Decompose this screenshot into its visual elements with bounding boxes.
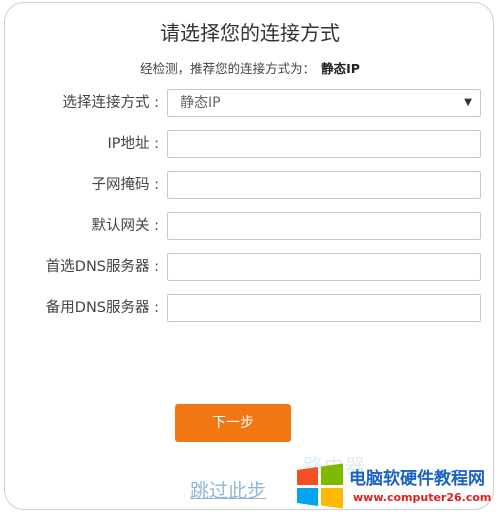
ip-address-row: IP地址 : [5,130,495,158]
connection-type-select[interactable]: 静态IP ▼ [167,89,481,117]
page-title: 请选择您的连接方式 [160,21,340,45]
secondary-dns-label: 备用DNS服务器 : [45,300,159,316]
default-gateway-input[interactable] [167,212,481,240]
subnet-mask-row: 子网掩码 : [5,171,495,199]
ip-address-label: IP地址 : [107,136,159,152]
next-step-button[interactable]: 下一步 [175,404,291,442]
primary-dns-label: 首选DNS服务器 : [45,259,159,275]
dialog-panel: 请选择您的连接方式 经检测，推荐您的连接方式为： 静态IP 选择连接方式 : 静态… [4,2,494,510]
primary-dns-row: 首选DNS服务器 : [5,253,495,281]
skip-step-link[interactable]: 跳过此步 [190,476,266,503]
recommendation-prefix: 经检测，推荐您的连接方式为： [140,61,316,76]
connection-type-row: 选择连接方式 : 静态IP ▼ [5,89,495,117]
connection-type-value: 静态IP [180,95,221,111]
recommendation-text: 经检测，推荐您的连接方式为： 静态IP [5,58,495,77]
windows-logo-icon [297,463,343,509]
secondary-dns-row: 备用DNS服务器 : [5,294,495,322]
recommended-type: 静态IP [321,61,360,76]
watermark-title: 电脑软硬件教程网 [349,469,485,489]
watermark-url: www.computer26.com [353,491,492,504]
secondary-dns-input[interactable] [167,294,481,322]
primary-dns-input[interactable] [167,253,481,281]
ip-address-input[interactable] [167,130,481,158]
default-gateway-row: 默认网关 : [5,212,495,240]
subnet-mask-input[interactable] [167,171,481,199]
subnet-mask-label: 子网掩码 : [91,177,160,193]
default-gateway-label: 默认网关 : [91,218,160,234]
caret-down-icon: ▼ [464,97,472,108]
site-watermark: 路由器 电脑软硬件教程网 www.computer26.com [295,454,500,515]
connection-type-label: 选择连接方式 : [62,95,160,111]
